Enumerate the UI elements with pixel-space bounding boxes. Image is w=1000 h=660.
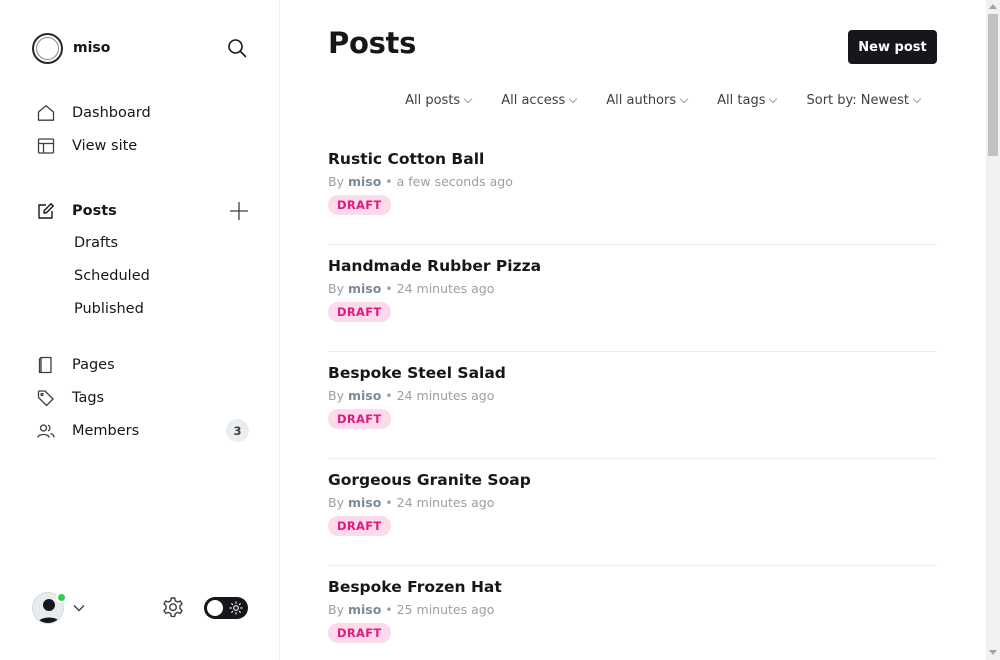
post-author: miso bbox=[347, 602, 382, 617]
filter-author-dropdown[interactable]: All authors bbox=[606, 93, 689, 108]
chevron-down-icon bbox=[912, 94, 922, 103]
site-brand[interactable]: miso bbox=[32, 32, 110, 64]
sidebar-item-scheduled[interactable]: Scheduled bbox=[74, 268, 150, 284]
sun-icon bbox=[228, 600, 244, 616]
post-filters: All posts All access All authors All tag… bbox=[405, 93, 922, 108]
post-author: miso bbox=[347, 174, 382, 189]
sidebar-item-published[interactable]: Published bbox=[74, 301, 144, 317]
site-name: miso bbox=[73, 40, 111, 56]
sidebar-item-members[interactable]: Members bbox=[36, 419, 139, 443]
members-count-badge: 3 bbox=[226, 419, 249, 442]
scroll-down-arrow[interactable] bbox=[989, 650, 997, 655]
post-time: • 24 minutes ago bbox=[385, 388, 495, 403]
sidebar-item-label: Tags bbox=[72, 390, 105, 406]
sidebar-item-label: Dashboard bbox=[72, 105, 151, 121]
scrollbar[interactable] bbox=[986, 0, 1000, 660]
search-icon[interactable] bbox=[226, 37, 248, 59]
sidebar-item-label: Pages bbox=[72, 357, 115, 373]
filter-label: All posts bbox=[405, 93, 461, 108]
filter-label: All authors bbox=[606, 93, 677, 108]
sidebar-item-view-site[interactable]: View site bbox=[36, 134, 137, 158]
new-post-button[interactable]: New post bbox=[848, 30, 937, 64]
sidebar: miso Dashboard View site Posts Drafts Sc… bbox=[0, 0, 280, 660]
page-icon bbox=[36, 355, 56, 375]
theme-toggle[interactable] bbox=[204, 597, 248, 619]
status-badge: DRAFT bbox=[328, 516, 391, 536]
sidebar-item-posts[interactable]: Posts bbox=[36, 199, 117, 223]
online-status-dot bbox=[56, 592, 67, 603]
post-time: • 24 minutes ago bbox=[385, 281, 495, 296]
scrollbar-thumb[interactable] bbox=[988, 14, 998, 156]
post-by: By bbox=[328, 602, 344, 617]
post-by: By bbox=[328, 174, 344, 189]
post-title: Handmade Rubber Pizza bbox=[328, 257, 542, 275]
status-badge: DRAFT bbox=[328, 302, 391, 322]
post-title: Gorgeous Granite Soap bbox=[328, 471, 531, 489]
tag-icon bbox=[36, 388, 56, 408]
post-by: By bbox=[328, 388, 344, 403]
status-badge: DRAFT bbox=[328, 195, 391, 215]
scroll-up-arrow[interactable] bbox=[989, 4, 997, 9]
sidebar-item-label: Members bbox=[72, 423, 140, 439]
filter-type-dropdown[interactable]: All posts bbox=[405, 93, 473, 108]
filter-access-dropdown[interactable]: All access bbox=[501, 93, 578, 108]
status-badge: DRAFT bbox=[328, 409, 391, 429]
chevron-down-icon bbox=[569, 94, 578, 103]
list-item[interactable]: Handmade Rubber Pizza By miso • 24 minut… bbox=[328, 245, 937, 352]
sidebar-item-dashboard[interactable]: Dashboard bbox=[36, 101, 151, 125]
post-meta: By miso • 25 minutes ago bbox=[328, 602, 494, 617]
post-by: By bbox=[328, 495, 344, 510]
post-time: • 24 minutes ago bbox=[385, 495, 495, 510]
sidebar-item-tags[interactable]: Tags bbox=[36, 386, 104, 410]
home-icon bbox=[36, 103, 56, 123]
sidebar-item-pages[interactable]: Pages bbox=[36, 353, 115, 377]
list-item[interactable]: Bespoke Frozen Hat By miso • 25 minutes … bbox=[328, 566, 937, 660]
post-title: Bespoke Frozen Hat bbox=[328, 578, 502, 596]
chevron-down-icon bbox=[769, 94, 778, 103]
chevron-down-icon bbox=[679, 94, 689, 103]
main-content: Posts New post All posts All access All … bbox=[280, 0, 986, 660]
post-meta: By miso • 24 minutes ago bbox=[328, 281, 494, 296]
site-logo bbox=[32, 32, 63, 64]
filter-label: All access bbox=[501, 93, 566, 108]
members-icon bbox=[36, 421, 56, 441]
chevron-down-icon bbox=[463, 94, 473, 103]
filter-label: All tags bbox=[717, 93, 766, 108]
sidebar-item-label: Posts bbox=[72, 203, 117, 219]
edit-icon bbox=[36, 201, 56, 221]
post-meta: By miso • 24 minutes ago bbox=[328, 495, 494, 510]
post-title: Bespoke Steel Salad bbox=[328, 364, 506, 382]
gear-icon[interactable] bbox=[161, 596, 185, 620]
post-meta: By miso • 24 minutes ago bbox=[328, 388, 494, 403]
browser-layout-icon bbox=[36, 136, 56, 156]
status-badge: DRAFT bbox=[328, 623, 391, 643]
add-post-icon[interactable] bbox=[228, 200, 250, 222]
page-title: Posts bbox=[328, 26, 417, 60]
sidebar-item-label: View site bbox=[72, 138, 138, 154]
filter-tag-dropdown[interactable]: All tags bbox=[717, 93, 778, 108]
post-time: • a few seconds ago bbox=[385, 174, 513, 189]
list-item[interactable]: Gorgeous Granite Soap By miso • 24 minut… bbox=[328, 459, 937, 566]
sidebar-item-drafts[interactable]: Drafts bbox=[74, 235, 118, 251]
post-title: Rustic Cotton Ball bbox=[328, 150, 485, 168]
post-meta: By miso • a few seconds ago bbox=[328, 174, 513, 189]
post-time: • 25 minutes ago bbox=[385, 602, 495, 617]
post-author: miso bbox=[347, 388, 382, 403]
sort-dropdown[interactable]: Sort by: Newest bbox=[806, 93, 922, 108]
post-author: miso bbox=[347, 281, 382, 296]
post-by: By bbox=[328, 281, 344, 296]
list-item[interactable]: Rustic Cotton Ball By miso • a few secon… bbox=[328, 138, 937, 245]
post-author: miso bbox=[347, 495, 382, 510]
theme-toggle-knob bbox=[207, 600, 223, 616]
list-item[interactable]: Bespoke Steel Salad By miso • 24 minutes… bbox=[328, 352, 937, 459]
filter-label: Sort by: Newest bbox=[806, 93, 909, 108]
post-list: Rustic Cotton Ball By miso • a few secon… bbox=[328, 138, 937, 660]
chevron-down-icon bbox=[73, 604, 85, 612]
